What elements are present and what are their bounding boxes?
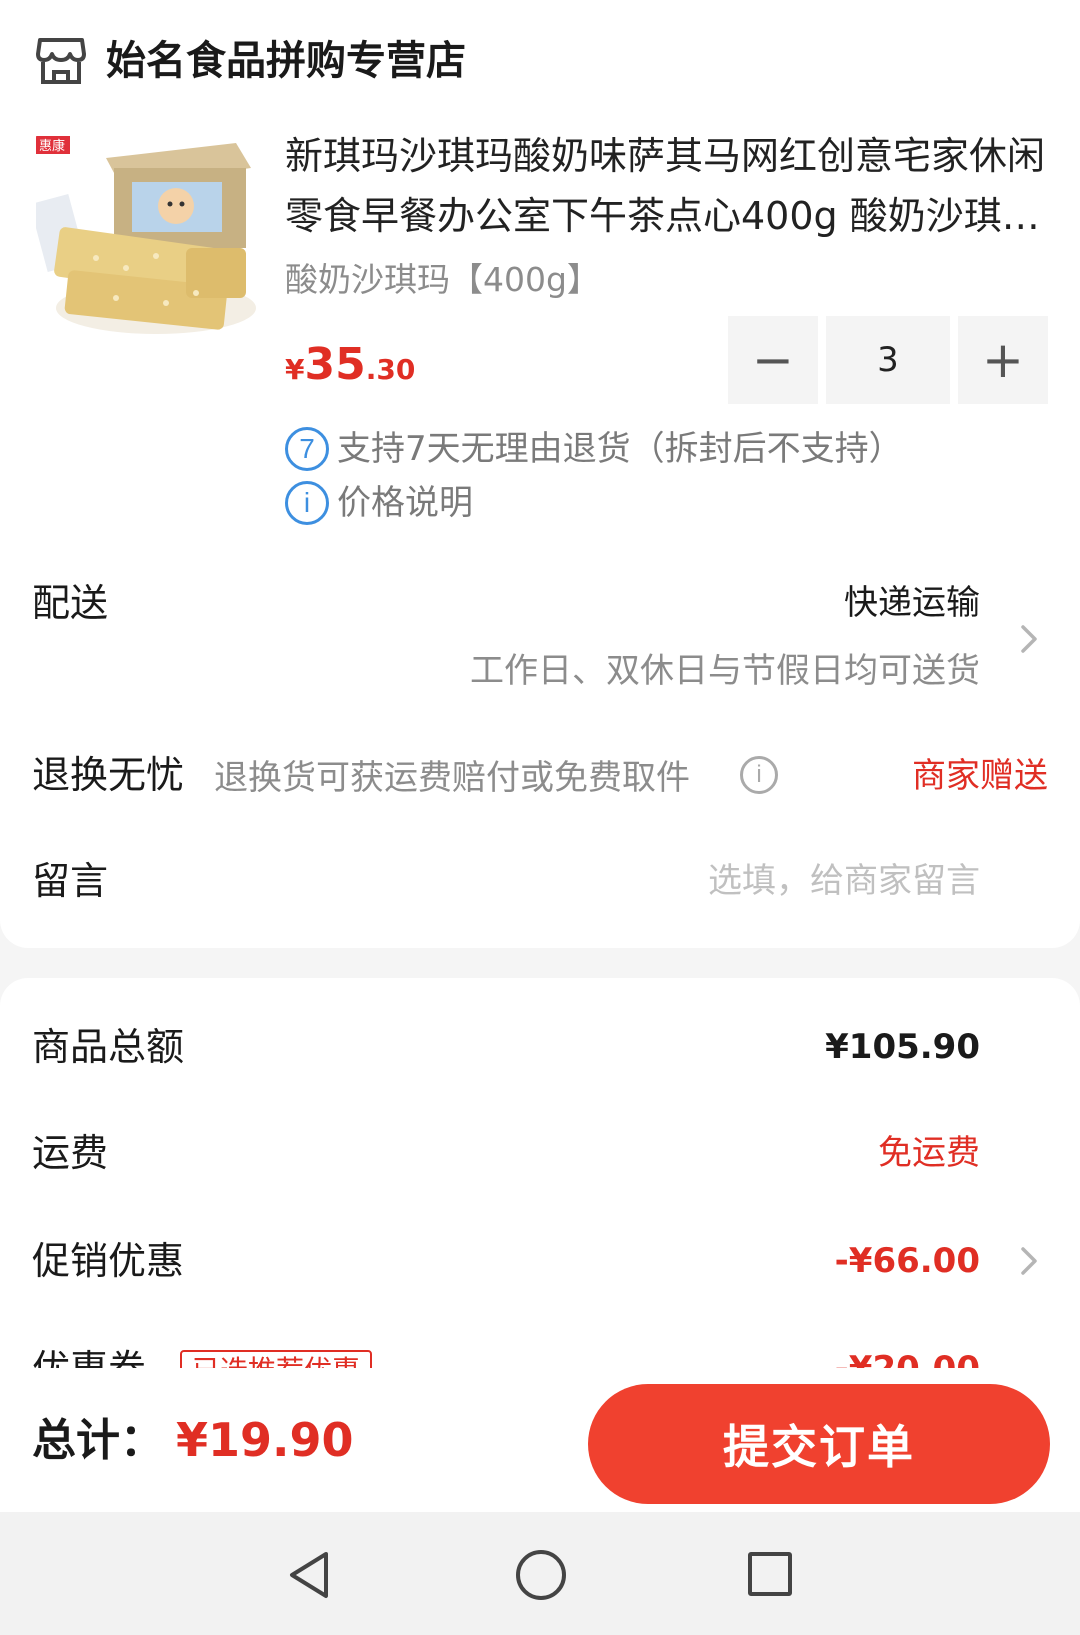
home-icon[interactable] — [516, 1550, 566, 1600]
shipping-label: 运费 — [32, 1131, 109, 1175]
info-icon: i — [285, 481, 329, 525]
quantity-input[interactable]: 3 — [826, 316, 950, 404]
store-name[interactable]: 始名食品拼购专营店 — [106, 34, 466, 88]
returns-note: 退换货可获运费赔付或免费取件 — [214, 758, 690, 798]
promotion-label: 促销优惠 — [32, 1239, 185, 1283]
product-thumbnail[interactable]: 惠康 — [36, 128, 256, 348]
back-icon[interactable] — [286, 1550, 332, 1600]
returns-label: 退换无忧 — [32, 753, 185, 797]
total-value: ¥19.90 — [176, 1413, 354, 1467]
message-input[interactable]: 选填，给商家留言 — [708, 858, 980, 904]
quantity-stepper: − 3 + — [728, 316, 1048, 404]
goods-total-label: 商品总额 — [32, 1025, 185, 1069]
price-explanation[interactable]: i 价格说明 — [285, 480, 473, 526]
delivery-note: 工作日、双休日与节假日均可送货 — [470, 651, 980, 691]
returns-info-icon[interactable]: i — [740, 756, 778, 794]
delivery-method[interactable]: 快递运输 — [844, 580, 980, 626]
delivery-chevron-icon[interactable] — [1020, 624, 1038, 654]
promotion-chevron-icon[interactable] — [1020, 1246, 1038, 1276]
return-policy-text: 支持7天无理由退货（拆封后不支持） — [337, 429, 903, 469]
recent-apps-icon[interactable] — [748, 1552, 792, 1596]
store-icon — [36, 38, 86, 84]
seven-day-icon: 7 — [285, 427, 329, 471]
decrease-button[interactable]: − — [728, 316, 818, 404]
product-title[interactable]: 新琪玛沙琪玛酸奶味萨其马网红创意宅家休闲零食早餐办公室下午茶点心400g 酸奶沙… — [285, 126, 1055, 246]
price-explanation-text: 价格说明 — [337, 483, 473, 523]
return-policy[interactable]: 7 支持7天无理由退货（拆封后不支持） — [285, 426, 903, 472]
increase-button[interactable]: + — [958, 316, 1048, 404]
thumbnail-brand: 惠康 — [39, 138, 65, 154]
message-label: 留言 — [32, 859, 109, 903]
product-price: ¥35.30 — [285, 336, 415, 403]
product-variant[interactable]: 酸奶沙琪玛【400g】 — [285, 258, 600, 302]
returns-value: 商家赠送 — [912, 756, 1048, 796]
shipping-value: 免运费 — [878, 1133, 980, 1173]
goods-total-value: ¥105.90 — [825, 1027, 980, 1067]
plus-icon: + — [982, 331, 1024, 389]
price-decimal: .30 — [365, 353, 416, 386]
promotion-value[interactable]: -¥66.00 — [835, 1238, 980, 1284]
minus-icon: − — [752, 331, 794, 389]
price-integer: 35 — [304, 339, 366, 390]
price-currency: ¥ — [285, 353, 305, 386]
total-label: 总计： — [32, 1415, 164, 1466]
delivery-label: 配送 — [32, 581, 109, 625]
submit-order-button[interactable]: 提交订单 — [588, 1384, 1050, 1504]
